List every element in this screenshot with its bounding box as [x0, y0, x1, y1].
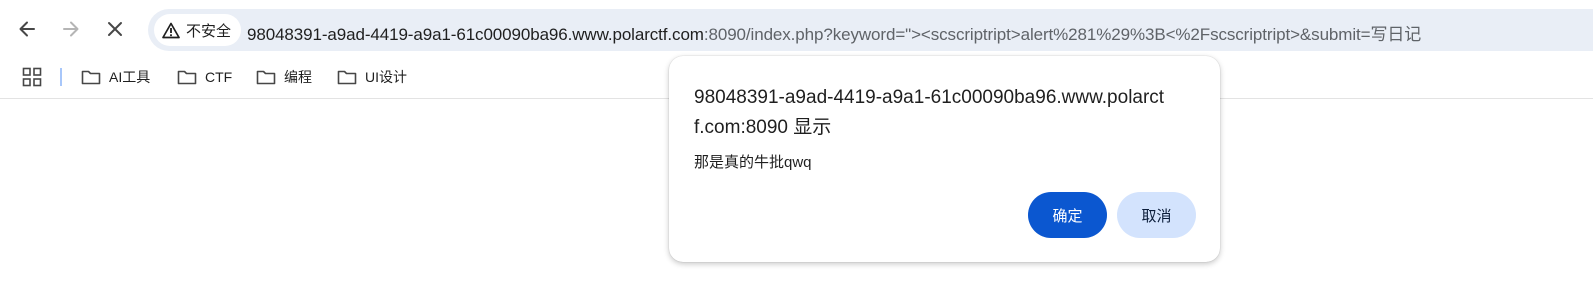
folder-icon [256, 70, 276, 85]
dialog-title: 98048391-a9ad-4419-a9a1-61c00090ba96.www… [694, 87, 1165, 138]
folder-icon [177, 70, 197, 85]
ok-button[interactable]: 确定 [1028, 192, 1107, 238]
back-button[interactable] [11, 13, 43, 45]
url-text[interactable]: 98048391-a9ad-4419-a9a1-61c00090ba96.www… [247, 20, 1421, 45]
dialog-message: 那是真的牛批qwq [694, 154, 812, 171]
bookmark-label: AI工具 [109, 69, 151, 85]
forward-button[interactable] [55, 13, 87, 45]
arrow-right-icon [63, 21, 79, 37]
bookmark-folder-programming[interactable]: 编程 [256, 64, 312, 90]
cancel-button[interactable]: 取消 [1117, 192, 1196, 238]
arrow-left-icon [19, 21, 35, 37]
close-icon [108, 22, 122, 36]
url-path: :8090/index.php?keyword="><scscriptript>… [703, 25, 1422, 44]
url-host: 98048391-a9ad-4419-a9a1-61c00090ba96.www… [247, 25, 704, 44]
warning-triangle-icon [162, 22, 180, 38]
security-indicator[interactable]: 不安全 [154, 14, 242, 46]
bookmarks-divider [60, 68, 62, 86]
bookmark-label: UI设计 [365, 69, 407, 85]
bookmark-folder-ctf[interactable]: CTF [177, 64, 232, 90]
apps-grid-icon[interactable] [22, 67, 42, 87]
security-label: 不安全 [186, 22, 232, 40]
address-bar[interactable]: 不安全 98048391-a9ad-4419-a9a1-61c00090ba96… [148, 9, 1593, 51]
folder-icon [337, 70, 357, 85]
bookmark-label: CTF [205, 69, 233, 85]
alert-dialog: 98048391-a9ad-4419-a9a1-61c00090ba96.www… [669, 56, 1220, 262]
bookmark-folder-ai-tools[interactable]: AI工具 [81, 64, 150, 90]
folder-icon [81, 70, 101, 85]
stop-loading-button[interactable] [99, 13, 131, 45]
bookmark-folder-ui-design[interactable]: UI设计 [337, 64, 407, 90]
bookmark-label: 编程 [284, 69, 312, 85]
browser-toolbar: 不安全 98048391-a9ad-4419-a9a1-61c00090ba96… [0, 0, 1593, 58]
